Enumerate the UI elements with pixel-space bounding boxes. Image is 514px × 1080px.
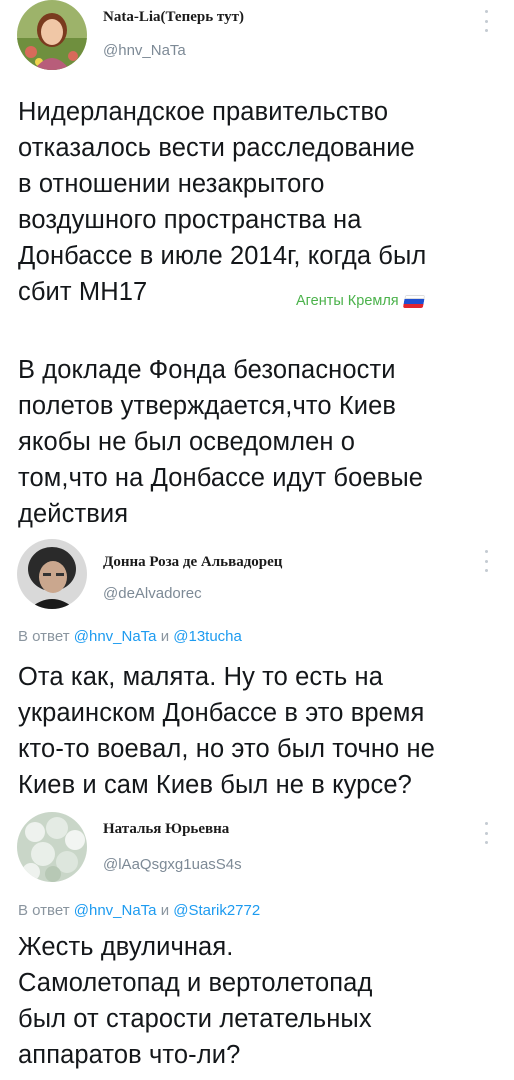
reply-context: В ответ @hnv_NaTa и @13tucha <box>18 628 242 645</box>
russian-flag-icon <box>402 294 425 308</box>
reply-user-link[interactable]: @Starik2772 <box>173 902 260 919</box>
avatar-natalya-yurievna[interactable] <box>17 812 87 882</box>
author-handle[interactable]: @hnv_NaTa <box>103 42 186 59</box>
tweet-text: Ота как, малята. Ну то есть на украинско… <box>18 663 435 799</box>
badge-label: Агенты Кремля <box>296 293 399 309</box>
kremlin-agents-badge: Агенты Кремля <box>296 293 425 309</box>
avatar-donna-roza[interactable] <box>17 539 87 609</box>
tweet-text-paragraph-2: В докладе Фонда безопасности полетов утв… <box>18 356 424 528</box>
author-handle[interactable]: @deAlvadorec <box>103 585 202 602</box>
tweet-1: Nata-Lia(Теперь тут) @hnv_NaTa Нидерланд… <box>0 0 514 540</box>
author-handle[interactable]: @lAaQsgxg1uasS4s <box>103 856 242 873</box>
author-name[interactable]: Донна Роза де Альвадорец <box>103 554 282 571</box>
reply-and: и <box>160 628 170 645</box>
reply-prefix: В ответ <box>18 902 70 919</box>
reply-and: и <box>160 902 170 919</box>
tweet-text: Нидерландское правительство отказалось в… <box>18 98 427 306</box>
tweet-3: Наталья Юрьевна @lAaQsgxg1uasS4s В ответ… <box>0 812 514 1080</box>
reply-context: В ответ @hnv_NaTa и @Starik2772 <box>18 902 260 919</box>
reply-prefix: В ответ <box>18 628 70 645</box>
reply-user-link[interactable]: @13tucha <box>173 628 242 645</box>
more-vertical-icon[interactable] <box>483 10 489 32</box>
reply-user-link[interactable]: @hnv_NaTa <box>74 902 157 919</box>
author-name[interactable]: Наталья Юрьевна <box>103 821 229 838</box>
more-vertical-icon[interactable] <box>483 822 489 844</box>
tweet-2: Донна Роза де Альвадорец @deAlvadorec В … <box>0 536 514 812</box>
reply-user-link[interactable]: @hnv_NaTa <box>74 628 157 645</box>
tweet-text: Жесть двуличная. Самолетопад и вертолето… <box>18 933 373 1069</box>
author-name[interactable]: Nata-Lia(Теперь тут) <box>103 9 244 26</box>
more-vertical-icon[interactable] <box>483 550 489 572</box>
avatar-nata-lia[interactable] <box>17 0 87 70</box>
